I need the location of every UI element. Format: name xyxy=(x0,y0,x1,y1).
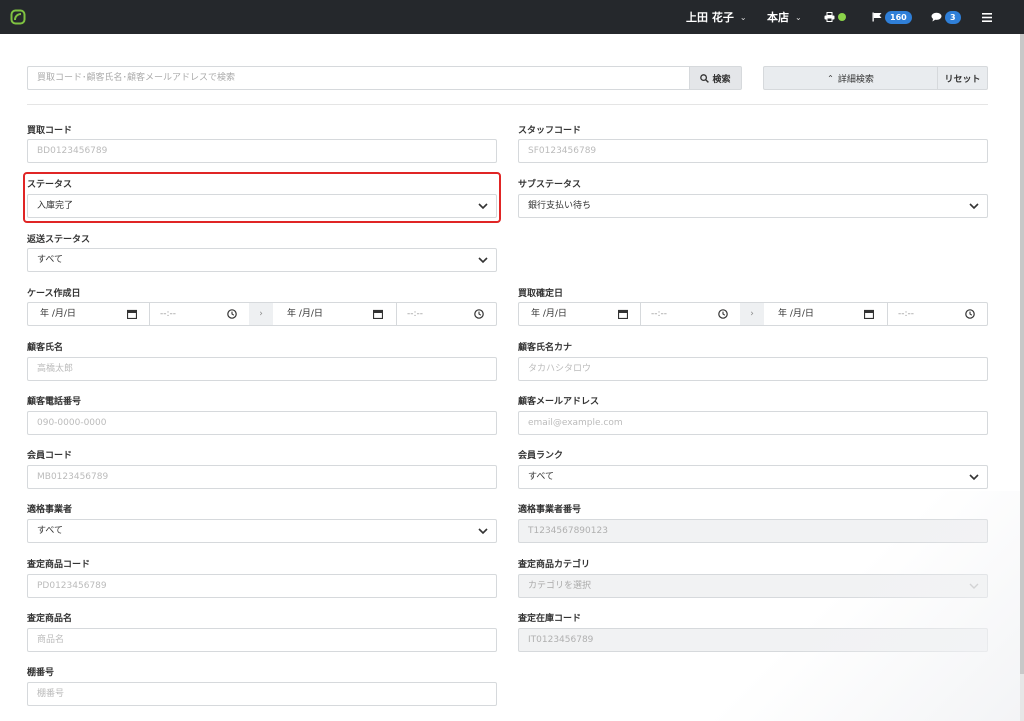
chevron-down-icon xyxy=(478,528,488,535)
printer-status[interactable] xyxy=(824,0,846,34)
printer-icon xyxy=(824,12,835,22)
clock-icon[interactable] xyxy=(474,309,484,319)
scrollbar-thumb[interactable] xyxy=(1020,34,1024,674)
sub-status-label: サブステータス xyxy=(518,180,582,190)
calendar-icon[interactable] xyxy=(373,309,383,319)
staff-code-input[interactable]: SF0123456789 xyxy=(518,139,988,163)
flag-icon xyxy=(872,12,882,22)
case-created-end-time[interactable]: --:-- xyxy=(407,303,423,325)
chevron-down-icon xyxy=(969,474,979,481)
member-code-label: 会員コード xyxy=(27,451,73,461)
app-logo-icon[interactable] xyxy=(10,9,26,25)
customer-phone-label: 顧客電話番号 xyxy=(27,397,82,407)
case-created-start-time[interactable]: --:-- xyxy=(160,303,176,325)
user-menu[interactable]: 上田 花子 ⌄ xyxy=(686,0,747,34)
qualified-business-select-value: すべて xyxy=(37,526,64,536)
chat-bubble-icon xyxy=(931,12,942,22)
advanced-search-toggle[interactable]: ⌃ 詳細検索 xyxy=(763,66,938,90)
sub-status-select-value: 銀行支払い待ち xyxy=(528,201,592,211)
purchase-confirmed-date-label: 買取確定日 xyxy=(518,289,564,299)
customer-phone-input[interactable]: 090-0000-0000 xyxy=(27,411,497,435)
keyword-search-input[interactable] xyxy=(27,66,689,90)
return-status-select-value: すべて xyxy=(37,255,64,265)
staff-code-label: スタッフコード xyxy=(518,126,582,136)
store-menu[interactable]: 本店 ⌄ xyxy=(767,0,802,34)
customer-name-kana-label: 顧客氏名カナ xyxy=(518,343,573,353)
purchase-code-input[interactable]: BD0123456789 xyxy=(27,139,497,163)
hamburger-menu-button[interactable] xyxy=(982,0,992,34)
appraisal-product-category-value: カテゴリを選択 xyxy=(528,581,592,591)
appraisal-product-code-label: 査定商品コード xyxy=(27,560,91,570)
appraisal-stock-code-input: IT0123456789 xyxy=(518,628,988,652)
calendar-icon[interactable] xyxy=(864,309,874,319)
appraisal-product-code-input[interactable]: PD0123456789 xyxy=(27,574,497,598)
purchase-confirmed-end-date[interactable]: 年 /月/日 xyxy=(778,303,814,325)
member-rank-select[interactable]: すべて xyxy=(518,465,988,489)
range-arrow-icon: › xyxy=(740,303,764,325)
reset-button-label: リセット xyxy=(944,74,981,85)
message-notifications[interactable]: 3 xyxy=(931,0,961,34)
return-status-label: 返送ステータス xyxy=(27,235,91,245)
reset-button[interactable]: リセット xyxy=(937,66,988,90)
customer-email-input[interactable]: email@example.com xyxy=(518,411,988,435)
clock-icon[interactable] xyxy=(965,309,975,319)
qualified-business-select[interactable]: すべて xyxy=(27,519,497,543)
chevron-down-icon: ⌄ xyxy=(795,12,802,22)
appraisal-product-name-label: 査定商品名 xyxy=(27,614,73,624)
appraisal-product-name-input[interactable]: 商品名 xyxy=(27,628,497,652)
qualified-business-number-label: 適格事業者番号 xyxy=(518,505,582,515)
chevron-down-icon xyxy=(969,583,979,589)
appraisal-product-category-select: カテゴリを選択 xyxy=(518,574,988,598)
search-icon xyxy=(700,73,710,83)
purchase-confirmed-date-range: 年 /月/日 --:-- › 年 /月/日 --:-- xyxy=(518,302,988,326)
chevron-down-icon xyxy=(478,257,488,264)
flag-count-badge: 160 xyxy=(885,10,912,24)
status-highlight-box xyxy=(23,172,501,223)
appraisal-product-category-label: 査定商品カテゴリ xyxy=(518,560,591,570)
search-button-label: 検索 xyxy=(712,74,731,85)
customer-name-label: 顧客氏名 xyxy=(27,343,64,353)
purchase-confirmed-start-date[interactable]: 年 /月/日 xyxy=(531,303,567,325)
shelf-number-input[interactable]: 棚番号 xyxy=(27,682,497,706)
member-rank-select-value: すべて xyxy=(528,472,555,482)
purchase-code-label: 買取コード xyxy=(27,126,73,136)
message-count-badge: 3 xyxy=(945,10,961,24)
member-rank-label: 会員ランク xyxy=(518,451,564,461)
case-created-end-date[interactable]: 年 /月/日 xyxy=(287,303,323,325)
chevron-down-icon: ⌄ xyxy=(739,12,747,22)
customer-name-input[interactable]: 高橋太郎 xyxy=(27,357,497,381)
calendar-icon[interactable] xyxy=(618,309,628,319)
chevron-down-icon xyxy=(969,203,979,210)
user-name: 上田 花子 xyxy=(686,11,734,24)
chevron-up-icon: ⌃ xyxy=(827,73,834,83)
customer-name-kana-input[interactable]: タカハシタロウ xyxy=(518,357,988,381)
case-created-date-range: 年 /月/日 --:-- › 年 /月/日 --:-- xyxy=(27,302,497,326)
member-code-input[interactable]: MB0123456789 xyxy=(27,465,497,489)
printer-online-indicator xyxy=(838,13,846,21)
section-divider xyxy=(27,104,988,105)
purchase-confirmed-start-time[interactable]: --:-- xyxy=(651,303,667,325)
calendar-icon[interactable] xyxy=(127,309,137,319)
advanced-search-label: 詳細検索 xyxy=(837,74,874,85)
sub-status-select[interactable]: 銀行支払い待ち xyxy=(518,194,988,218)
clock-icon[interactable] xyxy=(227,309,237,319)
case-created-start-date[interactable]: 年 /月/日 xyxy=(40,303,76,325)
qualified-business-number-input: T1234567890123 xyxy=(518,519,988,543)
qualified-business-label: 適格事業者 xyxy=(27,505,73,515)
shelf-number-label: 棚番号 xyxy=(27,668,55,678)
case-created-date-label: ケース作成日 xyxy=(27,289,81,299)
appraisal-stock-code-label: 査定在庫コード xyxy=(518,614,582,624)
customer-email-label: 顧客メールアドレス xyxy=(518,397,600,407)
search-button[interactable]: 検索 xyxy=(689,66,742,90)
range-arrow-icon: › xyxy=(249,303,273,325)
flag-notifications[interactable]: 160 xyxy=(872,0,912,34)
top-navbar: 上田 花子 ⌄ 本店 ⌄ 160 3 xyxy=(0,0,1024,34)
purchase-confirmed-end-time[interactable]: --:-- xyxy=(898,303,914,325)
return-status-select[interactable]: すべて xyxy=(27,248,497,272)
store-name: 本店 xyxy=(767,11,789,24)
menu-icon xyxy=(982,12,992,22)
clock-icon[interactable] xyxy=(718,309,728,319)
